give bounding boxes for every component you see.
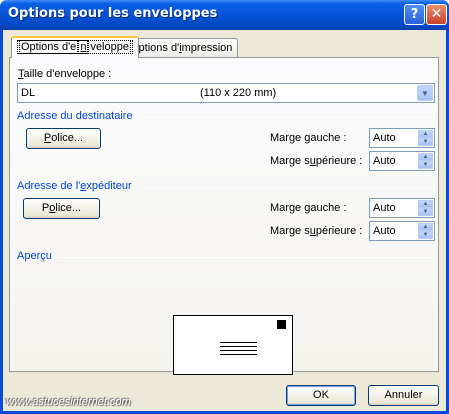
recipient-top-margin-field[interactable]: Auto ▲ ▼ — [369, 151, 435, 171]
spin-up-icon[interactable]: ▲ — [418, 130, 433, 138]
dialog-window: Options pour les enveloppes ? ✕ Options … — [0, 0, 449, 414]
envelope-size-value: DL — [21, 87, 36, 99]
spin-up-icon[interactable]: ▲ — [418, 200, 433, 208]
envelope-preview[interactable] — [173, 315, 293, 375]
sender-group-label: Adresse de l'expéditeur — [17, 180, 132, 192]
spin-up-icon[interactable]: ▲ — [418, 223, 433, 231]
spin-down-icon[interactable]: ▼ — [418, 231, 433, 239]
field-value: Auto — [373, 225, 396, 237]
title-bar[interactable]: Options pour les enveloppes ? ✕ — [0, 0, 449, 30]
dialog-client-area: Options d'e n veloppe Options d'impression… — [3, 30, 446, 411]
tab-print-options[interactable]: Options d'impression — [124, 38, 239, 57]
chevron-down-icon[interactable]: ▼ — [417, 85, 433, 101]
field-value: Auto — [373, 132, 396, 144]
tab-envelope-options[interactable]: Options d'e n veloppe — [11, 36, 139, 58]
envelope-size-dimensions: (110 x 220 mm) — [200, 87, 277, 99]
recipient-left-margin-field[interactable]: Auto ▲ ▼ — [369, 128, 435, 148]
address-line — [220, 346, 257, 347]
window-title: Options pour les enveloppes — [8, 6, 218, 21]
sender-top-margin-field[interactable]: Auto ▲ ▼ — [369, 221, 435, 241]
envelope-size-label: Taille d'enveloppe : — [18, 68, 112, 80]
address-line — [220, 354, 257, 355]
recipient-left-margin-label: Marge gauche : — [270, 132, 347, 144]
sender-top-margin-label: Marge supérieure : — [270, 225, 363, 237]
envelope-size-select[interactable]: DL (110 x 220 mm) ▼ — [17, 83, 435, 103]
field-value: Auto — [373, 155, 396, 167]
sender-left-margin-label: Marge gauche : — [270, 202, 347, 214]
preview-label: Aperçu — [17, 250, 52, 262]
tab-label: Options d'impression — [130, 42, 233, 54]
sender-left-margin-field[interactable]: Auto ▲ ▼ — [369, 198, 435, 218]
sender-font-button[interactable]: Police... — [23, 198, 100, 219]
divider — [58, 257, 435, 258]
address-line — [220, 350, 257, 351]
field-value: Auto — [373, 202, 396, 214]
watermark: www.astucesinternet.com — [6, 396, 131, 408]
close-icon[interactable]: ✕ — [426, 4, 447, 25]
address-line — [220, 342, 257, 343]
recipient-font-button[interactable]: Police... — [26, 128, 101, 149]
divider — [140, 117, 435, 118]
spin-down-icon[interactable]: ▼ — [418, 208, 433, 216]
stamp-icon — [277, 320, 286, 329]
spin-up-icon[interactable]: ▲ — [418, 153, 433, 161]
ok-button[interactable]: OK — [286, 385, 356, 406]
divider — [140, 187, 435, 188]
help-icon[interactable]: ? — [404, 4, 425, 25]
tab-label: Options d'e n veloppe — [17, 40, 133, 54]
spin-down-icon[interactable]: ▼ — [418, 138, 433, 146]
recipient-group-label: Adresse du destinataire — [17, 110, 133, 122]
cancel-button[interactable]: Annuler — [368, 385, 439, 406]
recipient-top-margin-label: Marge supérieure : — [270, 155, 363, 167]
spin-down-icon[interactable]: ▼ — [418, 161, 433, 169]
